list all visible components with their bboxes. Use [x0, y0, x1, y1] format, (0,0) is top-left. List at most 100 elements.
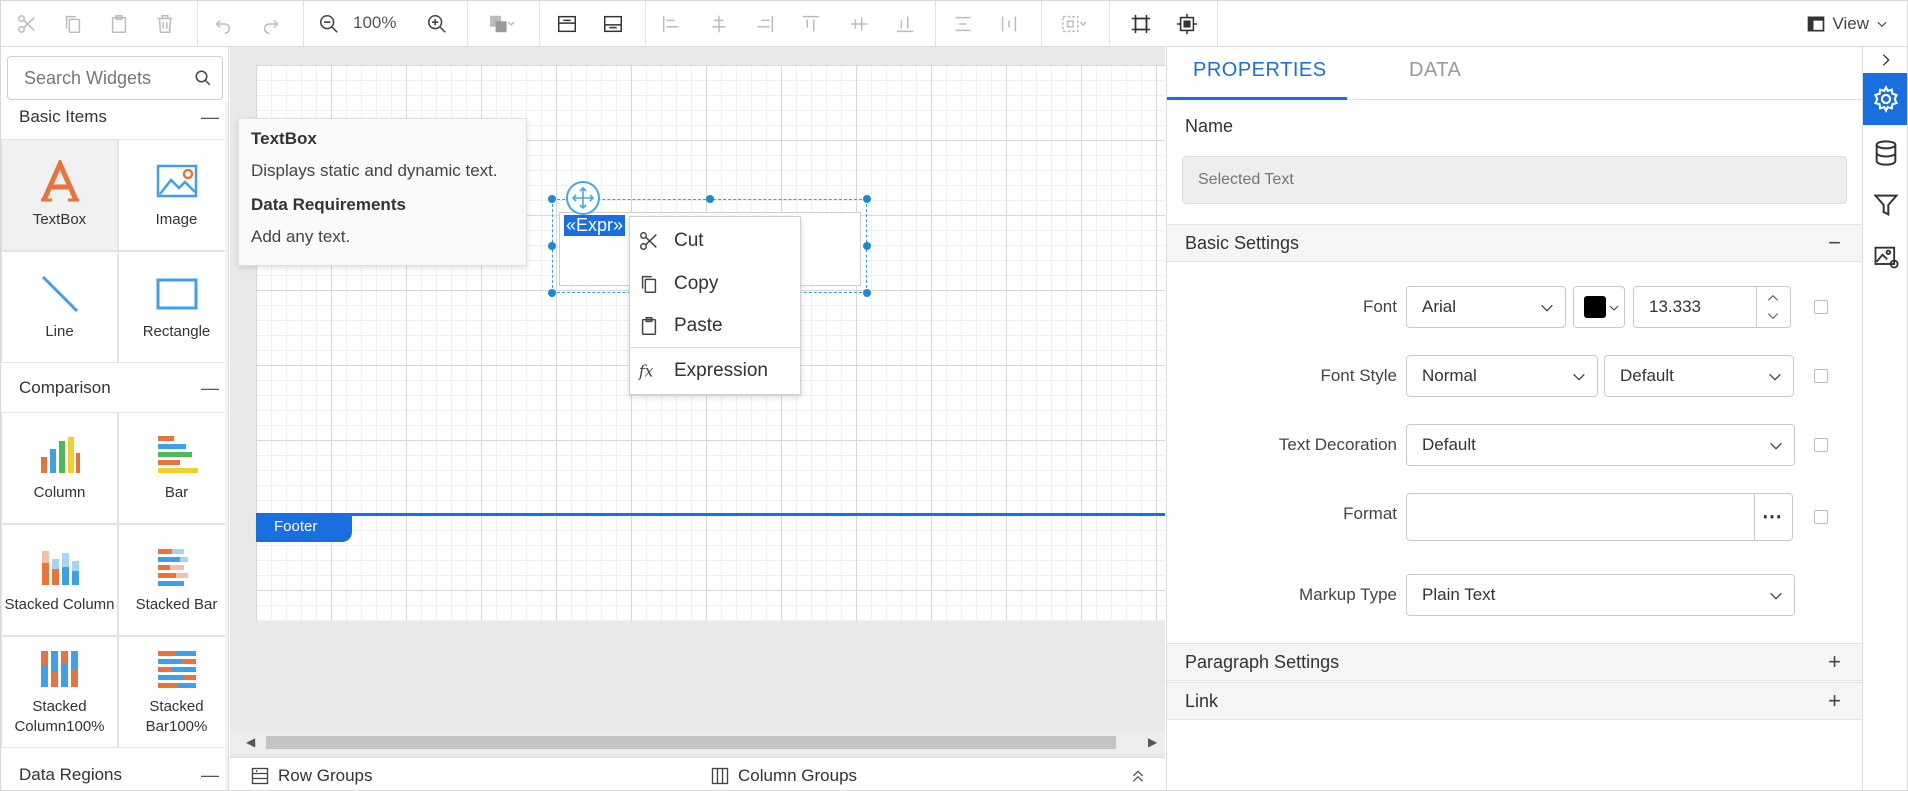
font-color-picker[interactable]	[1573, 286, 1625, 328]
search-widgets-input[interactable]	[8, 57, 188, 99]
resize-handle[interactable]	[706, 195, 714, 203]
delete-icon[interactable]	[149, 8, 181, 40]
menu-item-expression[interactable]: fx Expression	[630, 351, 800, 391]
chevron-down-icon[interactable]	[1766, 309, 1780, 323]
resize-handle[interactable]	[863, 242, 871, 250]
resize-handle[interactable]	[548, 195, 556, 203]
resize-handle[interactable]	[863, 195, 871, 203]
image-icon	[156, 164, 197, 198]
collapse-panel-button[interactable]	[1863, 47, 1907, 73]
resize-handle[interactable]	[548, 242, 556, 250]
chevron-up-icon[interactable]	[1766, 291, 1780, 305]
font-style-checkbox[interactable]	[1814, 369, 1828, 383]
menu-item-copy[interactable]: Copy	[630, 264, 800, 304]
column-groups-label: Column Groups	[738, 766, 858, 785]
font-dropdown[interactable]: Arial	[1406, 286, 1566, 328]
group-basic-settings[interactable]: Basic Settings −	[1167, 224, 1863, 262]
expand-icon[interactable]: +	[1828, 688, 1841, 714]
widget-rectangle[interactable]: Rectangle	[118, 251, 228, 363]
text-decoration-checkbox[interactable]	[1814, 438, 1828, 452]
collapse-icon[interactable]: —	[201, 765, 219, 786]
fit-width-icon[interactable]	[1125, 8, 1157, 40]
tab-properties[interactable]: PROPERTIES	[1193, 59, 1327, 82]
widget-stacked-column[interactable]: Stacked Column	[1, 524, 118, 636]
menu-item-paste[interactable]: Paste	[630, 306, 800, 346]
font-checkbox[interactable]	[1814, 300, 1828, 314]
widget-stacked-bar[interactable]: Stacked Bar	[118, 524, 228, 636]
header-icon[interactable]	[551, 8, 583, 40]
tab-data[interactable]: DATA	[1409, 59, 1461, 82]
distribute-vertical-icon[interactable]	[993, 8, 1025, 40]
order-icon[interactable]	[479, 8, 525, 40]
settings-icon[interactable]	[1863, 73, 1907, 125]
format-field[interactable]: ⋯	[1406, 493, 1793, 541]
font-weight-dropdown[interactable]: Default	[1604, 355, 1794, 397]
more-options-icon[interactable]: ⋯	[1762, 504, 1782, 529]
collapse-icon[interactable]: −	[1828, 230, 1841, 256]
cut-icon[interactable]	[11, 8, 43, 40]
left-scrollbar[interactable]	[225, 102, 228, 790]
section-comparison[interactable]: Comparison —	[1, 372, 225, 404]
size-icon[interactable]	[1051, 8, 1097, 40]
search-icon[interactable]	[194, 69, 212, 87]
column-groups-button[interactable]: Column Groups	[710, 766, 857, 786]
paste-icon[interactable]	[103, 8, 135, 40]
widget-line[interactable]: Line	[1, 251, 118, 363]
section-data-regions[interactable]: Data Regions —	[1, 759, 225, 790]
align-middle-icon[interactable]	[843, 8, 875, 40]
scroll-left-icon[interactable]: ◀	[246, 735, 255, 749]
horizontal-scrollbar[interactable]: ◀ ▶	[230, 731, 1165, 753]
widget-image[interactable]: Image	[118, 139, 228, 251]
widget-stacked-bar100[interactable]: Stacked Bar100%	[118, 636, 228, 748]
resize-handle[interactable]	[548, 289, 556, 297]
scroll-right-icon[interactable]: ▶	[1148, 735, 1157, 749]
scrollbar-thumb[interactable]	[266, 736, 1116, 749]
fit-page-icon[interactable]	[1171, 8, 1203, 40]
widget-bar[interactable]: Bar	[118, 412, 228, 524]
name-field[interactable]	[1182, 156, 1847, 204]
resize-handle[interactable]	[863, 289, 871, 297]
function-icon: fx	[638, 363, 654, 381]
rectangle-icon	[156, 278, 197, 310]
format-checkbox[interactable]	[1814, 510, 1828, 524]
footer-tab[interactable]: Footer	[256, 514, 352, 542]
align-left-icon[interactable]	[655, 8, 687, 40]
widget-textbox[interactable]: TextBox	[1, 139, 118, 251]
view-menu-button[interactable]: View	[1806, 10, 1889, 38]
filter-icon[interactable]	[1863, 179, 1907, 231]
expand-icon[interactable]: +	[1828, 649, 1841, 675]
collapse-icon[interactable]: —	[201, 107, 219, 128]
column-groups-icon	[711, 767, 729, 785]
redo-icon[interactable]	[255, 8, 287, 40]
zoom-in-icon[interactable]	[421, 8, 453, 40]
undo-icon[interactable]	[207, 8, 239, 40]
markup-type-dropdown[interactable]: Plain Text	[1406, 574, 1795, 616]
align-top-icon[interactable]	[795, 8, 827, 40]
tooltip-requirements-title: Data Requirements	[251, 195, 406, 214]
expand-up-icon[interactable]	[1130, 768, 1146, 784]
textbox-icon	[40, 160, 79, 202]
font-style-dropdown[interactable]: Normal	[1406, 355, 1598, 397]
distribute-horizontal-icon[interactable]	[947, 8, 979, 40]
move-handle[interactable]	[566, 181, 600, 215]
zoom-out-icon[interactable]	[313, 8, 345, 40]
section-title: Basic Items	[19, 107, 107, 126]
align-right-icon[interactable]	[749, 8, 781, 40]
copy-icon[interactable]	[57, 8, 89, 40]
expression-text[interactable]: «Expr»	[564, 215, 626, 236]
footer-icon[interactable]	[597, 8, 629, 40]
group-link[interactable]: Link +	[1167, 682, 1863, 720]
font-size-stepper[interactable]: 13.333	[1633, 286, 1791, 328]
group-paragraph-settings[interactable]: Paragraph Settings +	[1167, 643, 1863, 681]
widget-column[interactable]: Column	[1, 412, 118, 524]
menu-item-cut[interactable]: Cut	[630, 221, 800, 261]
align-center-icon[interactable]	[703, 8, 735, 40]
text-decoration-dropdown[interactable]: Default	[1406, 424, 1795, 466]
widget-stacked-column100[interactable]: Stacked Column100%	[1, 636, 118, 748]
align-bottom-icon[interactable]	[889, 8, 921, 40]
database-icon[interactable]	[1863, 127, 1907, 179]
section-basic-items[interactable]: Basic Items —	[1, 101, 225, 133]
image-settings-icon[interactable]	[1863, 231, 1907, 283]
collapse-icon[interactable]: —	[201, 378, 219, 399]
row-groups-button[interactable]: Row Groups	[250, 766, 372, 786]
